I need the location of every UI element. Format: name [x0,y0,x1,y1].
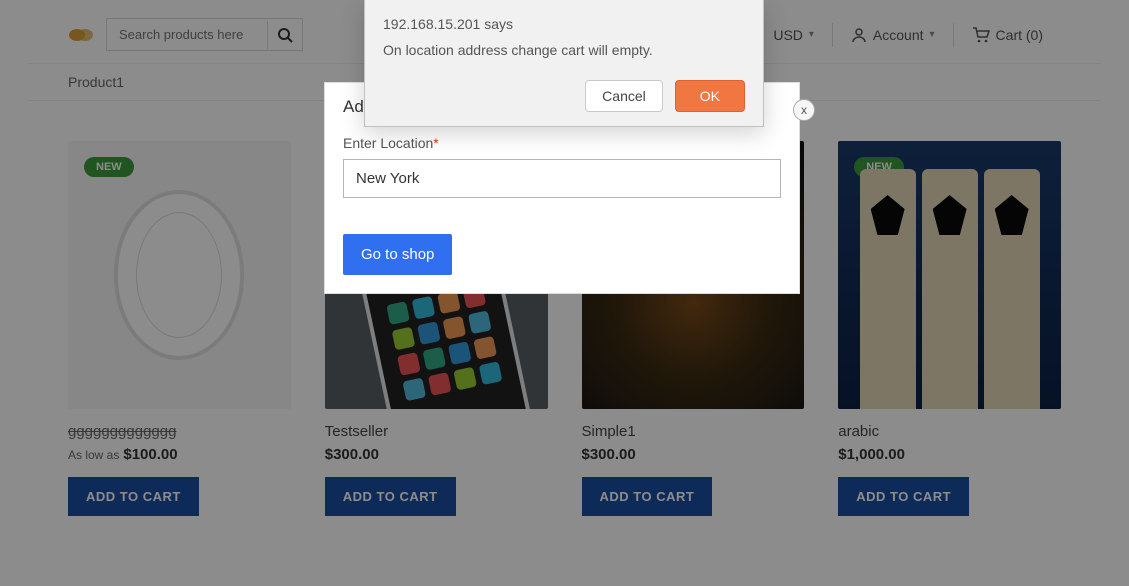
go-to-shop-button[interactable]: Go to shop [343,234,452,275]
close-button[interactable]: x [793,99,815,121]
ok-button[interactable]: OK [675,80,745,112]
page-root: ell USD▾ Account▾ Cart (0) Product1 [0,0,1129,586]
location-input[interactable] [343,159,781,198]
browser-alert: 192.168.15.201 says On location address … [364,0,764,127]
cancel-button[interactable]: Cancel [585,80,663,112]
alert-origin: 192.168.15.201 says [383,16,745,32]
alert-message: On location address change cart will emp… [383,42,745,58]
location-label: Enter Location* [343,135,781,151]
